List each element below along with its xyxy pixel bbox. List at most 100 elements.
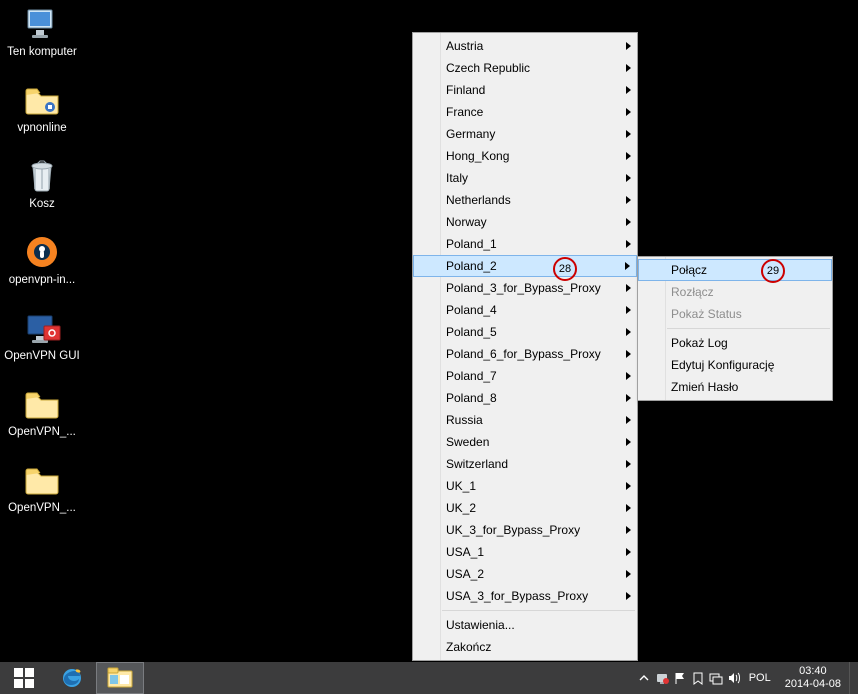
desktop-icon-label: Ten komputer — [7, 46, 77, 59]
taskbar-right: POL 03:40 2014-04-08 — [635, 662, 858, 694]
recycle-bin-icon — [21, 156, 63, 196]
submenu-item-edytuj-konfiguracj-[interactable]: Edytuj Konfigurację — [638, 354, 832, 376]
menu-item-poland-4[interactable]: Poland_4 — [413, 299, 637, 321]
menu-item-zako-cz[interactable]: Zakończ — [413, 636, 637, 658]
clock-time: 03:40 — [799, 665, 827, 678]
desktop-icon-label: openvpn-in... — [9, 274, 76, 287]
annotation-28: 28 — [553, 257, 577, 281]
menu-item-usa-1[interactable]: USA_1 — [413, 541, 637, 563]
menu-item-label: Russia — [446, 413, 483, 427]
submenu-item-roz-cz: Rozłącz — [638, 281, 832, 303]
annotation-29: 29 — [761, 259, 785, 283]
menu-item-russia[interactable]: Russia — [413, 409, 637, 431]
desktop-icon-ten-komputer[interactable]: Ten komputer — [4, 4, 80, 59]
menu-item-label: Switzerland — [446, 457, 508, 471]
menu-item-france[interactable]: France — [413, 101, 637, 123]
menu-item-norway[interactable]: Norway — [413, 211, 637, 233]
menu-item-germany[interactable]: Germany — [413, 123, 637, 145]
show-desktop-button[interactable] — [849, 662, 858, 694]
desktop-icon-openvpn-folder-1[interactable]: OpenVPN_... — [4, 384, 80, 439]
menu-item-netherlands[interactable]: Netherlands — [413, 189, 637, 211]
submenu-arrow-icon — [626, 438, 631, 446]
desktop-icon-openvpn-installer[interactable]: openvpn-in... — [4, 232, 80, 287]
submenu-arrow-icon — [626, 592, 631, 600]
menu-item-italy[interactable]: Italy — [413, 167, 637, 189]
menu-item-poland-3-for-bypass-proxy[interactable]: Poland_3_for_Bypass_Proxy — [413, 277, 637, 299]
clock-date: 2014-04-08 — [785, 678, 841, 691]
submenu-arrow-icon — [626, 64, 631, 72]
taskbar-button-ie[interactable] — [48, 662, 96, 694]
desktop-icon-label: OpenVPN_... — [8, 426, 76, 439]
submenu-arrow-icon — [626, 350, 631, 358]
openvpn-gui-icon — [21, 308, 63, 348]
menu-item-label: Poland_6_for_Bypass_Proxy — [446, 347, 601, 361]
taskbar-button-explorer[interactable] — [96, 662, 144, 694]
menu-item-uk-2[interactable]: UK_2 — [413, 497, 637, 519]
folder-icon — [21, 460, 63, 500]
menu-item-poland-1[interactable]: Poland_1 — [413, 233, 637, 255]
submenu-arrow-icon — [626, 108, 631, 116]
tray-action-center-icon[interactable] — [689, 662, 707, 694]
menu-item-label: France — [446, 105, 483, 119]
menu-item-finland[interactable]: Finland — [413, 79, 637, 101]
menu-item-poland-7[interactable]: Poland_7 — [413, 365, 637, 387]
tray-openvpn-icon[interactable] — [653, 662, 671, 694]
menu-item-label: USA_3_for_Bypass_Proxy — [446, 589, 588, 603]
submenu-arrow-icon — [626, 306, 631, 314]
menu-item-label: Poland_2 — [446, 259, 497, 273]
menu-item-uk-3-for-bypass-proxy[interactable]: UK_3_for_Bypass_Proxy — [413, 519, 637, 541]
menu-item-label: Poland_3_for_Bypass_Proxy — [446, 281, 601, 295]
desktop-icon-label: vpnonline — [17, 122, 66, 135]
tray-network-icon[interactable] — [707, 662, 725, 694]
menu-item-poland-5[interactable]: Poland_5 — [413, 321, 637, 343]
submenu-arrow-icon — [626, 460, 631, 468]
submenu-arrow-icon — [626, 218, 631, 226]
tray-flag-icon[interactable] — [671, 662, 689, 694]
menu-item-label: Zmień Hasło — [671, 380, 738, 394]
desktop-icon-kosz[interactable]: Kosz — [4, 156, 80, 211]
submenu-arrow-icon — [626, 152, 631, 160]
submenu-arrow-icon — [626, 42, 631, 50]
menu-item-label: Rozłącz — [671, 285, 714, 299]
submenu-arrow-icon — [626, 174, 631, 182]
menu-item-czech-republic[interactable]: Czech Republic — [413, 57, 637, 79]
desktop: Ten komputer vpnonline Kosz openvpn-in..… — [0, 0, 858, 662]
openvpn-installer-icon — [21, 232, 63, 272]
menu-item-label: Edytuj Konfigurację — [671, 358, 774, 372]
menu-item-austria[interactable]: Austria — [413, 35, 637, 57]
menu-item-usa-2[interactable]: USA_2 — [413, 563, 637, 585]
tray-volume-icon[interactable] — [725, 662, 743, 694]
desktop-icon-label: OpenVPN_... — [8, 502, 76, 515]
menu-item-label: Finland — [446, 83, 485, 97]
menu-item-sweden[interactable]: Sweden — [413, 431, 637, 453]
menu-item-switzerland[interactable]: Switzerland — [413, 453, 637, 475]
menu-item-label: Zakończ — [446, 640, 491, 654]
menu-item-poland-2[interactable]: Poland_2 — [413, 255, 637, 277]
submenu-item-po-cz[interactable]: Połącz — [638, 259, 832, 281]
menu-item-ustawienia-[interactable]: Ustawienia... — [413, 614, 637, 636]
submenu-item-poka-log[interactable]: Pokaż Log — [638, 332, 832, 354]
taskbar: POL 03:40 2014-04-08 — [0, 662, 858, 694]
menu-item-poland-8[interactable]: Poland_8 — [413, 387, 637, 409]
menu-item-hong-kong[interactable]: Hong_Kong — [413, 145, 637, 167]
start-button[interactable] — [0, 662, 48, 694]
submenu-arrow-icon — [626, 130, 631, 138]
submenu-arrow-icon — [626, 570, 631, 578]
tray-language-indicator[interactable]: POL — [743, 672, 777, 684]
desktop-icon-vpnonline[interactable]: vpnonline — [4, 80, 80, 135]
tray-overflow-button[interactable] — [635, 662, 653, 694]
menu-item-poland-6-for-bypass-proxy[interactable]: Poland_6_for_Bypass_Proxy — [413, 343, 637, 365]
menu-item-uk-1[interactable]: UK_1 — [413, 475, 637, 497]
desktop-icon-openvpn-gui[interactable]: OpenVPN GUI — [4, 308, 80, 363]
menu-item-usa-3-for-bypass-proxy[interactable]: USA_3_for_Bypass_Proxy — [413, 585, 637, 607]
menu-item-label: Połącz — [671, 263, 707, 277]
menu-item-label: Sweden — [446, 435, 489, 449]
submenu-arrow-icon — [626, 196, 631, 204]
submenu-arrow-icon — [626, 548, 631, 556]
menu-separator — [442, 610, 635, 611]
taskbar-clock[interactable]: 03:40 2014-04-08 — [777, 662, 849, 694]
submenu-item-zmie-has-o[interactable]: Zmień Hasło — [638, 376, 832, 398]
menu-item-label: Netherlands — [446, 193, 511, 207]
desktop-icon-openvpn-folder-2[interactable]: OpenVPN_... — [4, 460, 80, 515]
menu-item-label: Germany — [446, 127, 495, 141]
